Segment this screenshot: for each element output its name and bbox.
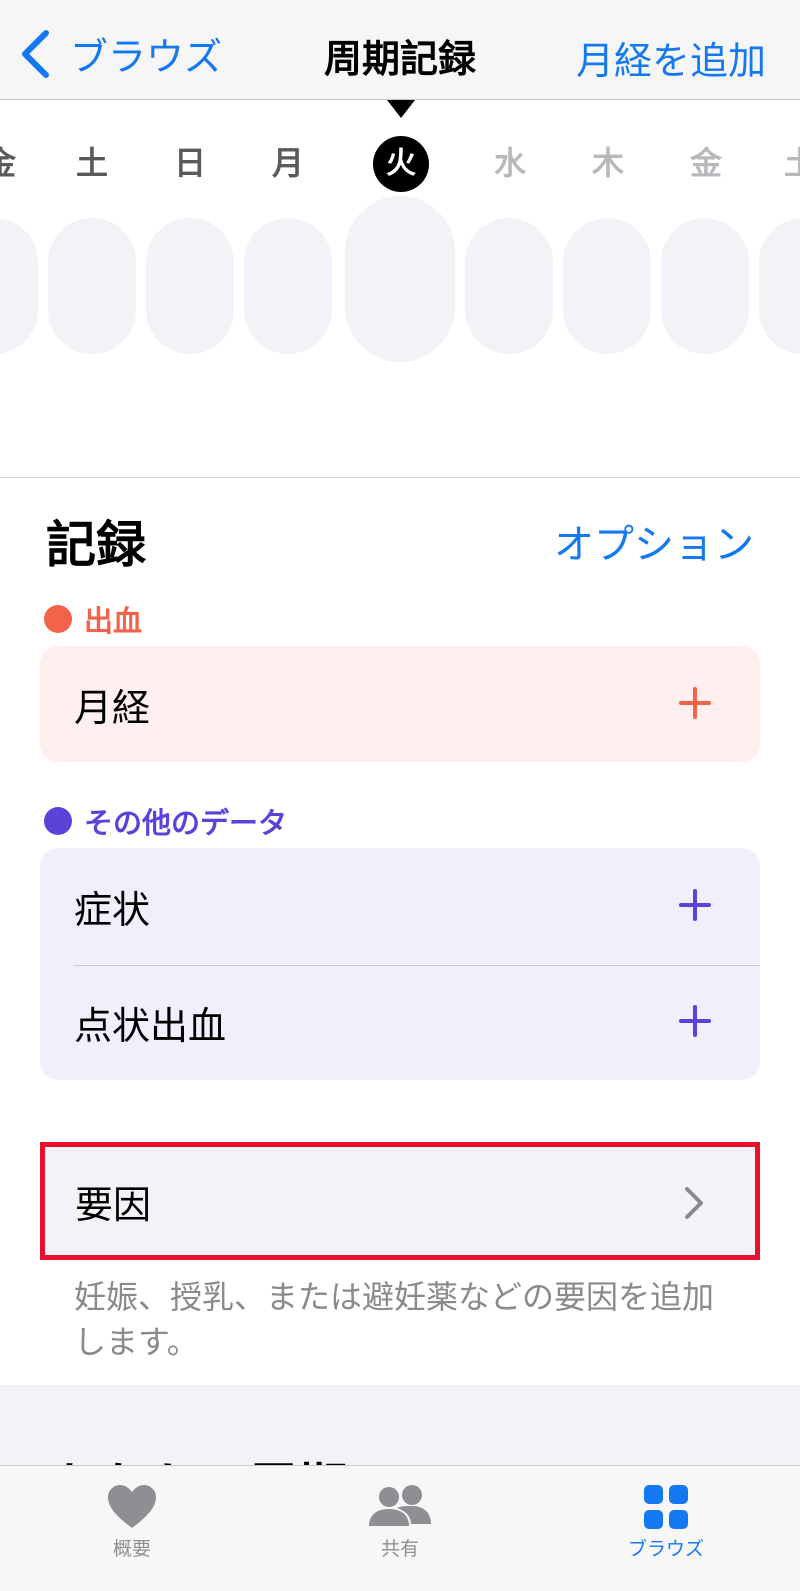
day-label[interactable]: 金 [0, 138, 30, 182]
day-pill[interactable] [465, 218, 553, 354]
factors-label: 要因 [75, 1182, 152, 1227]
period-row[interactable]: 月経 [40, 646, 760, 762]
grid-icon [644, 1485, 688, 1529]
current-day-marker [387, 100, 415, 118]
bleeding-section-label: 出血 [44, 598, 142, 640]
plus-icon[interactable] [678, 888, 712, 922]
day-label[interactable]: 水 [480, 138, 540, 182]
day-pill-today[interactable] [345, 196, 455, 362]
records-title: 記録 [46, 516, 146, 574]
day-pill[interactable] [661, 218, 749, 354]
week-strip: 金 土 日 月 火 水 木 金 土 [0, 100, 800, 478]
cycle-section: あなたの周期 [0, 1385, 800, 1465]
day-pill[interactable] [759, 218, 800, 354]
other-data-card: 症状 点状出血 [40, 848, 760, 1080]
symptoms-label: 症状 [74, 887, 151, 932]
cycle-title: あなたの周期 [48, 1447, 348, 1465]
other-data-dot-icon [44, 807, 72, 835]
nav-bar: ブラウズ 周期記録 月経を追加 [0, 0, 800, 100]
day-label[interactable]: 日 [160, 138, 220, 182]
day-pill[interactable] [146, 218, 234, 354]
bleeding-card: 月経 [40, 646, 760, 762]
plus-icon[interactable] [678, 686, 712, 720]
factors-hint: 妊娠、授乳、または避妊薬などの要因を追加します。 [74, 1278, 715, 1361]
options-button[interactable]: オプション [554, 512, 754, 570]
chevron-right-icon [685, 1187, 703, 1219]
bleeding-dot-icon [44, 605, 72, 633]
heart-icon [108, 1485, 156, 1528]
add-period-button[interactable]: 月経を追加 [576, 30, 766, 85]
other-data-section-label: その他のデータ [44, 800, 287, 842]
tab-summary-label: 概要 [112, 1538, 151, 1560]
day-label[interactable]: 土 [62, 138, 122, 182]
tab-browse-label: ブラウズ [627, 1538, 704, 1560]
tab-sharing[interactable]: 共有 [320, 1484, 480, 1561]
spotting-row[interactable]: 点状出血 [40, 964, 760, 1080]
day-pill[interactable] [563, 218, 651, 354]
day-pill[interactable] [48, 218, 136, 354]
day-pill[interactable] [0, 218, 38, 354]
tab-summary[interactable]: 概要 [52, 1484, 212, 1561]
tab-bar: 概要 共有 ブラウズ [0, 1465, 800, 1591]
day-pill[interactable] [244, 218, 332, 354]
tab-sharing-label: 共有 [380, 1538, 419, 1560]
plus-icon[interactable] [678, 1004, 712, 1038]
day-label[interactable]: 木 [578, 138, 638, 182]
day-label[interactable]: 金 [676, 138, 736, 182]
spotting-label: 点状出血 [74, 1003, 227, 1048]
other-data-label: その他のデータ [84, 806, 288, 840]
day-label-today[interactable]: 火 [373, 136, 429, 192]
day-label[interactable]: 土 [770, 138, 800, 182]
factors-row[interactable]: 要因 [40, 1142, 760, 1260]
period-label: 月経 [74, 685, 151, 730]
people-icon [369, 1485, 431, 1526]
bleeding-label: 出血 [84, 604, 143, 638]
tab-browse[interactable]: ブラウズ [586, 1484, 746, 1561]
day-label[interactable]: 月 [258, 138, 318, 182]
symptoms-row[interactable]: 症状 [40, 848, 760, 964]
